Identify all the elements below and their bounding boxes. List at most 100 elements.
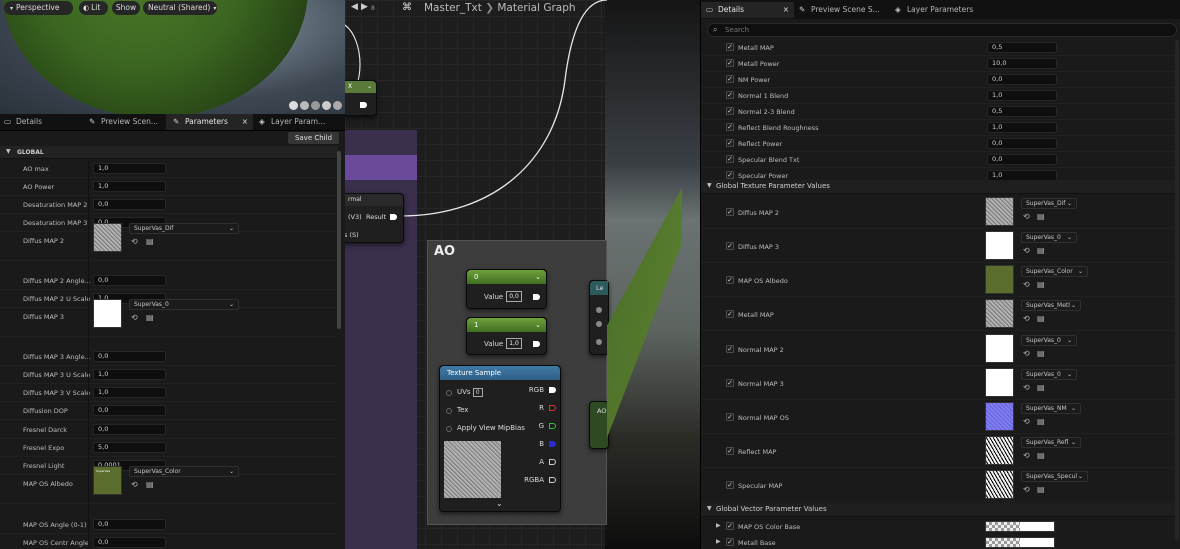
texture-section-header[interactable]: ▼ Global Texture Parameter Values [701, 180, 1175, 194]
tab-layer-parameters[interactable]: ◈ Layer Param... [259, 114, 325, 130]
override-checkbox[interactable]: ✓ [726, 171, 734, 179]
mip-bias-pin[interactable] [446, 426, 452, 432]
output-b-pin[interactable] [549, 441, 556, 447]
preview-shape-buttons[interactable] [289, 101, 343, 111]
texture-thumbnail[interactable] [985, 436, 1014, 465]
texture-thumbnail[interactable] [985, 470, 1014, 499]
save-child-button[interactable]: Save Child [288, 132, 339, 144]
override-checkbox[interactable]: ✓ [726, 522, 734, 530]
texture-thumbnail[interactable] [93, 223, 122, 252]
sphere-icon[interactable] [289, 101, 298, 110]
texture-dropdown[interactable]: SuperVas_Refl ⌄ [1021, 437, 1081, 448]
value-field[interactable]: 0,0 [987, 74, 1057, 85]
value-field[interactable]: 1,0 [93, 181, 166, 192]
profile-button[interactable]: Neutral (Shared) ▾ [143, 1, 217, 15]
texture-thumbnail[interactable] [93, 299, 122, 328]
graph-nav-forward[interactable]: ▶ [361, 2, 371, 14]
override-checkbox[interactable]: ✓ [726, 75, 734, 83]
override-checkbox[interactable]: ✓ [726, 59, 734, 67]
input-pin-b[interactable] [596, 321, 602, 327]
tab-parameters[interactable]: ✎ Parameters × [166, 114, 253, 130]
browse-icon[interactable]: ▤ [146, 238, 154, 246]
value-field[interactable]: 1,0 [506, 338, 522, 349]
value-field[interactable]: 0,0 [93, 351, 166, 362]
override-checkbox[interactable]: ✓ [726, 123, 734, 131]
component-mask-node[interactable]: X ⌄ [345, 80, 377, 116]
value-field[interactable]: 0,0 [987, 154, 1057, 165]
texture-dropdown[interactable]: SuperVas_0 ⌄ [1021, 232, 1077, 243]
value-field[interactable]: 0,0 [987, 138, 1057, 149]
use-selected-icon[interactable]: ⟲ [1023, 418, 1030, 426]
scrollbar[interactable] [337, 151, 341, 329]
plane-icon[interactable] [311, 101, 320, 110]
override-checkbox[interactable]: ✓ [726, 538, 734, 546]
input-pin-alpha[interactable] [596, 339, 602, 345]
vector-section-header[interactable]: ▼ Global Vector Parameter Values [701, 503, 1175, 517]
input-pin-a[interactable] [596, 307, 602, 313]
value-field[interactable]: 0,0 [506, 291, 522, 302]
browse-icon[interactable]: ▤ [1037, 247, 1045, 255]
use-selected-icon[interactable]: ⟲ [1023, 213, 1030, 221]
texture-thumbnail[interactable] [985, 334, 1014, 363]
output-r-pin[interactable] [549, 405, 556, 411]
override-checkbox[interactable]: ✓ [726, 91, 734, 99]
use-selected-icon[interactable]: ⟲ [1023, 281, 1030, 289]
color-swatch[interactable] [985, 537, 1055, 548]
ao-output-node[interactable]: AO [589, 401, 609, 449]
browse-icon[interactable]: ▤ [1037, 452, 1045, 460]
texture-thumbnail[interactable]: SuperVas [93, 466, 122, 495]
value-field[interactable]: 0,0 [93, 405, 166, 416]
override-checkbox[interactable]: ✓ [726, 481, 734, 489]
browse-icon[interactable]: ▤ [1037, 315, 1045, 323]
material-attributes-node[interactable]: rmal (V3) Result s (S) [345, 193, 404, 243]
value-field[interactable]: 0,0 [93, 424, 166, 435]
texture-dropdown[interactable]: SuperVas_Specul ⌄ [1021, 471, 1088, 482]
value-field[interactable]: 1,0 [93, 163, 166, 174]
material-graph-area[interactable]: ◀ ▶ 8 ⌘ Master_Txt ❯ Material Graph X ⌄ r… [345, 0, 700, 549]
tab-details[interactable]: ▭ Details × [701, 2, 794, 18]
uvs-pin[interactable] [446, 390, 452, 396]
browse-icon[interactable]: ▤ [1037, 281, 1045, 289]
viewport[interactable]: ▾ Perspective ◐ Lit Show Neutral (Shared) ▾ [0, 0, 345, 114]
global-category[interactable]: ▼ GLOBAL [0, 146, 338, 159]
override-checkbox[interactable]: ✓ [726, 43, 734, 51]
lerp-node[interactable]: Le [589, 280, 609, 355]
use-selected-icon[interactable]: ⟲ [1023, 350, 1030, 358]
use-selected-icon[interactable]: ⟲ [1023, 315, 1030, 323]
override-checkbox[interactable]: ✓ [726, 379, 734, 387]
result-pin[interactable] [390, 214, 397, 220]
texture-thumbnail[interactable] [985, 402, 1014, 431]
texture-dropdown[interactable]: SuperVas_Color ⌄ [129, 466, 239, 477]
value-field[interactable]: 1,0 [93, 369, 166, 380]
output-pin[interactable] [533, 294, 540, 300]
texture-dropdown[interactable]: SuperVas_Dif ⌄ [129, 223, 239, 234]
use-selected-icon[interactable]: ⟲ [1023, 486, 1030, 494]
search-input[interactable]: ⌕ Search [707, 23, 1177, 37]
override-checkbox[interactable]: ✓ [726, 208, 734, 216]
output-rgba-pin[interactable] [549, 477, 556, 483]
texture-thumbnail[interactable] [985, 231, 1014, 260]
browse-icon[interactable]: ▤ [1037, 350, 1045, 358]
override-checkbox[interactable]: ✓ [726, 447, 734, 455]
output-g-pin[interactable] [549, 423, 556, 429]
output-a-pin[interactable] [549, 459, 556, 465]
browse-icon[interactable]: ▤ [1037, 384, 1045, 392]
tab-preview-scene[interactable]: ✎ Preview Scen... [89, 114, 158, 130]
graph-nav-back[interactable]: ◀ [351, 2, 361, 14]
scrollbar[interactable] [1175, 40, 1179, 540]
value-field[interactable]: 10,0 [987, 58, 1057, 69]
texture-dropdown[interactable]: SuperVas_0 ⌄ [129, 299, 239, 310]
expand-arrow-icon[interactable]: ▶ [716, 522, 721, 530]
override-checkbox[interactable]: ✓ [726, 155, 734, 163]
browse-icon[interactable]: ▤ [146, 314, 154, 322]
texture-thumbnail[interactable] [985, 299, 1014, 328]
tab-preview-scene[interactable]: ✎ Preview Scene S... [799, 2, 880, 18]
browse-icon[interactable]: ▤ [146, 481, 154, 489]
expand-arrow-icon[interactable]: ▶ [716, 538, 721, 546]
output-pin[interactable] [533, 341, 540, 347]
override-checkbox[interactable]: ✓ [726, 276, 734, 284]
value-field[interactable]: 0,0 [93, 199, 166, 210]
perspective-button[interactable]: ▾ Perspective [4, 1, 73, 15]
value-field[interactable]: 0,0 [93, 519, 166, 530]
texture-dropdown[interactable]: SuperVas_0 ⌄ [1021, 369, 1077, 380]
